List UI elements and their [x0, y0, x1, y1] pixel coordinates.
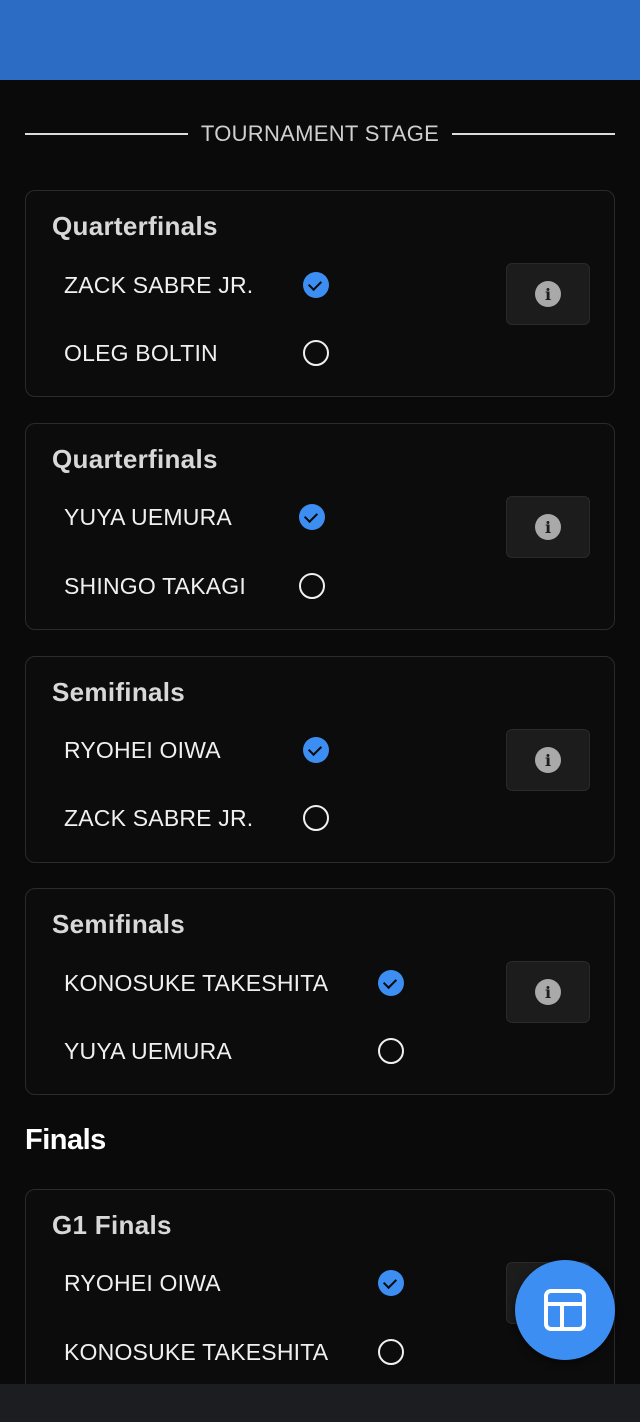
match-card: Quarterfinals YUYA UEMURA SHINGO TAKAGI …	[25, 423, 615, 630]
divider-left	[25, 133, 188, 135]
empty-circle-icon[interactable]	[378, 1038, 404, 1064]
match-stage-label: Quarterfinals	[52, 444, 218, 474]
check-circle-icon[interactable]	[303, 272, 329, 298]
info-icon: i	[535, 747, 561, 773]
bottom-system-bar	[0, 1384, 640, 1422]
bracket-view-button[interactable]	[515, 1260, 615, 1360]
info-icon: i	[535, 281, 561, 307]
wrestler-name: SHINGO TAKAGI	[64, 572, 246, 599]
match-card: Semifinals KONOSUKE TAKESHITA YUYA UEMUR…	[25, 888, 615, 1095]
check-circle-icon[interactable]	[378, 970, 404, 996]
divider-right	[452, 133, 615, 135]
empty-circle-icon[interactable]	[303, 340, 329, 366]
wrestler-option[interactable]: OLEG BOLTIN	[64, 336, 218, 370]
top-app-bar	[0, 0, 640, 80]
wrestler-option[interactable]: RYOHEI OIWA	[64, 1266, 221, 1300]
match-info-button[interactable]: i	[506, 263, 590, 325]
match-info-button[interactable]: i	[506, 729, 590, 791]
wrestler-option[interactable]: YUYA UEMURA	[64, 1034, 232, 1068]
check-circle-icon[interactable]	[378, 1270, 404, 1296]
stage-header-title: TOURNAMENT STAGE	[200, 121, 440, 146]
info-icon: i	[535, 514, 561, 540]
match-stage-label: Quarterfinals	[52, 211, 218, 241]
wrestler-option[interactable]: KONOSUKE TAKESHITA	[64, 966, 328, 1000]
table-grid-icon	[544, 1289, 586, 1331]
wrestler-option[interactable]: YUYA UEMURA	[64, 500, 232, 534]
empty-circle-icon[interactable]	[378, 1339, 404, 1365]
match-card: Quarterfinals ZACK SABRE JR. OLEG BOLTIN…	[25, 190, 615, 397]
wrestler-name: KONOSUKE TAKESHITA	[64, 969, 329, 996]
match-stage-label: Semifinals	[52, 909, 186, 939]
wrestler-option[interactable]: SHINGO TAKAGI	[64, 569, 246, 603]
wrestler-name: YUYA UEMURA	[64, 1037, 232, 1064]
wrestler-option[interactable]: ZACK SABRE JR.	[64, 801, 253, 835]
match-card: Semifinals RYOHEI OIWA ZACK SABRE JR. i	[25, 656, 615, 863]
match-stage-label: Semifinals	[52, 677, 186, 707]
wrestler-name: RYOHEI OIWA	[64, 1269, 221, 1296]
wrestler-name: ZACK SABRE JR.	[64, 271, 254, 298]
empty-circle-icon[interactable]	[303, 805, 329, 831]
wrestler-option[interactable]: KONOSUKE TAKESHITA	[64, 1335, 328, 1369]
wrestler-option[interactable]: RYOHEI OIWA	[64, 733, 221, 767]
check-circle-icon[interactable]	[299, 504, 325, 530]
match-info-button[interactable]: i	[506, 961, 590, 1023]
finals-section-title: Finals	[25, 1124, 106, 1156]
match-stage-label: G1 Finals	[52, 1210, 172, 1240]
info-icon: i	[535, 979, 561, 1005]
empty-circle-icon[interactable]	[299, 573, 325, 599]
check-circle-icon[interactable]	[303, 737, 329, 763]
tournament-stage-header: TOURNAMENT STAGE	[25, 116, 615, 152]
wrestler-name: YUYA UEMURA	[64, 503, 232, 530]
wrestler-option[interactable]: ZACK SABRE JR.	[64, 268, 253, 302]
wrestler-name: ZACK SABRE JR.	[64, 804, 254, 831]
wrestler-name: OLEG BOLTIN	[64, 339, 218, 366]
wrestler-name: RYOHEI OIWA	[64, 736, 221, 763]
wrestler-name: KONOSUKE TAKESHITA	[64, 1338, 329, 1365]
match-info-button[interactable]: i	[506, 496, 590, 558]
